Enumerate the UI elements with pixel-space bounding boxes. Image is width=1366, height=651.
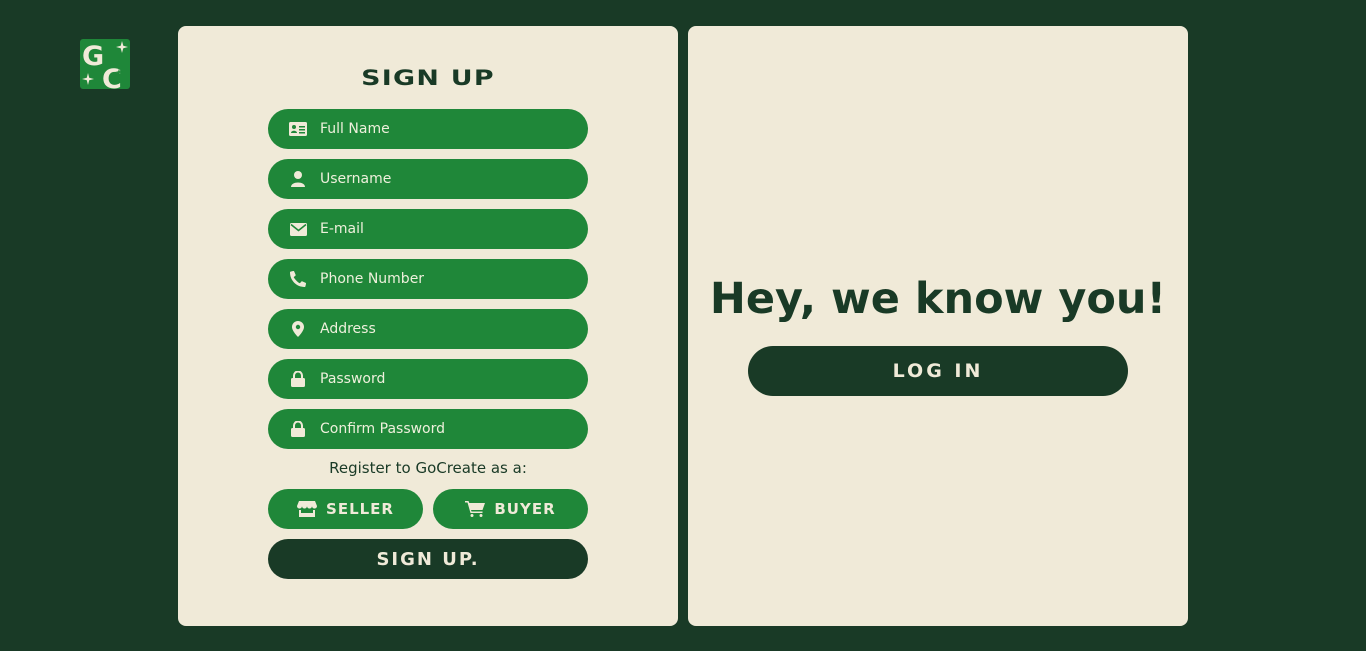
- cart-icon: [465, 501, 486, 517]
- lock-icon: [289, 370, 307, 388]
- password-field[interactable]: [268, 359, 588, 399]
- login-panel: Hey, we know you! LOG IN: [688, 26, 1188, 626]
- confirm-password-input[interactable]: [320, 421, 560, 437]
- phone-icon: [289, 270, 307, 288]
- envelope-icon: [289, 220, 307, 238]
- phone-input[interactable]: [320, 271, 560, 287]
- email-field[interactable]: [268, 209, 588, 249]
- confirm-password-field[interactable]: [268, 409, 588, 449]
- svg-text:G: G: [82, 41, 104, 72]
- address-field[interactable]: [268, 309, 588, 349]
- buyer-button[interactable]: BUYER: [433, 489, 588, 529]
- id-card-icon: [289, 120, 307, 138]
- address-input[interactable]: [320, 321, 560, 337]
- email-input[interactable]: [320, 221, 560, 237]
- location-pin-icon: [289, 320, 307, 338]
- password-input[interactable]: [320, 371, 560, 387]
- lock-icon: [289, 420, 307, 438]
- username-input[interactable]: [320, 171, 560, 187]
- register-as-label: Register to GoCreate as a:: [329, 459, 527, 477]
- log-in-button[interactable]: LOG IN: [748, 346, 1128, 396]
- full-name-input[interactable]: [320, 121, 560, 137]
- signup-title: SIGN UP: [361, 66, 495, 90]
- username-field[interactable]: [268, 159, 588, 199]
- seller-button[interactable]: SELLER: [268, 489, 423, 529]
- buyer-label: BUYER: [494, 500, 556, 518]
- sign-up-button[interactable]: SIGN UP.: [268, 539, 588, 579]
- user-icon: [289, 170, 307, 188]
- phone-field[interactable]: [268, 259, 588, 299]
- seller-label: SELLER: [326, 500, 394, 518]
- store-icon: [297, 501, 318, 517]
- login-heading: Hey, we know you!: [709, 274, 1167, 324]
- full-name-field[interactable]: [268, 109, 588, 149]
